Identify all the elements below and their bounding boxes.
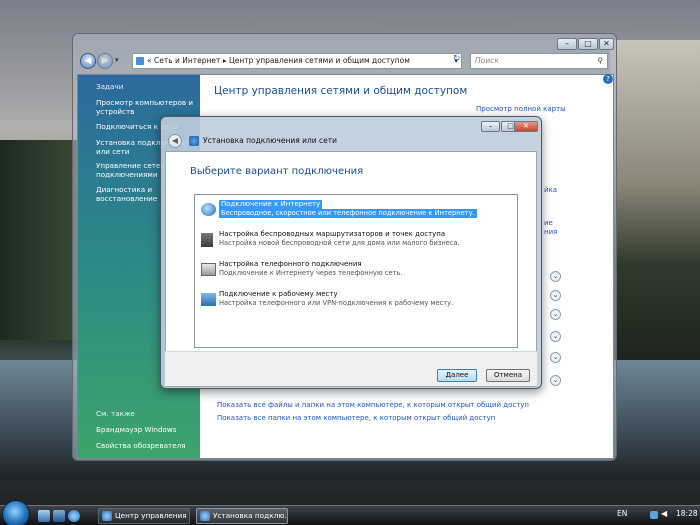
dialog-heading: Выберите вариант подключения — [190, 166, 364, 177]
option-internet[interactable]: Подключение к Интернету Беспроводное, ск… — [197, 199, 517, 221]
language-indicator[interactable]: EN — [617, 509, 627, 518]
show-desktop-icon[interactable] — [38, 510, 50, 522]
task-label: Центр управления ... — [115, 511, 190, 520]
sidebar-item-internet-options[interactable]: Свойства обозревателя — [96, 441, 196, 450]
volume-icon[interactable]: ◀ — [661, 509, 667, 518]
expand-chevron-icon[interactable]: ⌄ — [550, 331, 561, 342]
network-setup-icon — [189, 136, 199, 146]
dialog-title: Установка подключения или сети — [203, 136, 338, 145]
search-icon[interactable]: ⚲ — [598, 54, 604, 68]
wallpaper-left-hill — [0, 140, 80, 340]
option-description: Подключение к Интернету через телефонную… — [219, 269, 403, 277]
partial-link-hidden[interactable]: йка — [544, 186, 557, 194]
option-dialup[interactable]: Настройка телефонного подключения Подклю… — [197, 259, 517, 281]
option-title: Подключение к рабочему месту — [219, 290, 338, 298]
expand-chevron-icon[interactable]: ⌄ — [550, 375, 561, 386]
clock[interactable]: 18:28 — [676, 509, 698, 518]
partial-label-2: ния — [544, 228, 558, 236]
help-icon[interactable]: ? — [603, 74, 613, 84]
setup-connection-dialog: – □ ✕ ◀ Установка подключения или сети В… — [160, 116, 542, 389]
option-workplace[interactable]: Подключение к рабочему месту Настройка т… — [197, 289, 517, 311]
minimize-button[interactable]: – — [557, 38, 577, 50]
partial-label-1: ие — [544, 219, 553, 227]
task-label: Установка подклю... — [213, 511, 288, 520]
dialog-footer: Далее Отмена — [165, 351, 537, 386]
workplace-icon — [201, 293, 216, 306]
cancel-button[interactable]: Отмена — [486, 369, 530, 382]
show-shared-files-link[interactable]: Показать все файлы и папки на этом компь… — [217, 401, 529, 409]
address-row: ◀ ▶ ▾ « Сеть и Интернет ▸ Центр управлен… — [77, 52, 614, 72]
option-wireless-router[interactable]: Настройка беспроводных маршрутизаторов и… — [197, 229, 517, 251]
crumb-separator[interactable]: ▸ — [223, 56, 227, 65]
network-setup-icon — [200, 511, 210, 521]
option-title: Настройка беспроводных маршрутизаторов и… — [219, 230, 446, 238]
dialog-back-button[interactable]: ◀ — [168, 134, 182, 148]
option-description: Настройка новой беспроводной сети для до… — [219, 239, 460, 247]
search-input[interactable]: Поиск ⚲ — [470, 53, 608, 69]
globe-icon — [201, 203, 216, 216]
history-dropdown-icon[interactable]: ▾ — [115, 56, 119, 64]
forward-button[interactable]: ▶ — [97, 53, 113, 69]
sidebar-item-firewall[interactable]: Брандмауэр Windows — [96, 425, 196, 434]
next-button[interactable]: Далее — [437, 369, 477, 382]
network-folder-icon — [136, 57, 144, 65]
search-placeholder: Поиск — [475, 56, 499, 65]
expand-chevron-icon[interactable]: ⌄ — [550, 271, 561, 282]
refresh-icon[interactable]: ↻ — [453, 54, 461, 64]
page-title: Центр управления сетями и общим доступом — [214, 85, 468, 97]
option-description: Настройка телефонного или VPN-подключени… — [219, 299, 454, 307]
taskbar-network-center[interactable]: Центр управления ... — [98, 508, 190, 524]
sidebar-item-view-computers[interactable]: Просмотр компьютеров и устройств — [96, 98, 196, 116]
wallpaper-right-cliff — [610, 40, 700, 360]
expand-chevron-icon[interactable]: ⌄ — [550, 290, 561, 301]
taskbar: Центр управления ... Установка подклю...… — [0, 500, 700, 525]
back-button[interactable]: ◀ — [80, 53, 96, 69]
view-full-map-link[interactable]: Просмотр полной карты — [476, 105, 566, 113]
network-tray-icon[interactable] — [650, 511, 658, 519]
crumb-overflow[interactable]: « — [147, 56, 152, 65]
option-title: Настройка телефонного подключения — [219, 260, 362, 268]
router-icon — [201, 233, 213, 247]
maximize-button[interactable]: □ — [578, 38, 598, 50]
option-title: Подключение к Интернету — [219, 200, 323, 209]
show-shared-folders-link[interactable]: Показать все папки на этом компьютере, к… — [217, 414, 495, 422]
crumb-network-center[interactable]: Центр управления сетями и общим доступом — [229, 56, 410, 65]
crumb-network-internet[interactable]: Сеть и Интернет — [154, 56, 220, 65]
taskbar-setup-connection[interactable]: Установка подклю... — [196, 508, 288, 524]
connection-options-list: Подключение к Интернету Беспроводное, ск… — [194, 194, 518, 348]
tasks-header: Задачи — [96, 82, 124, 91]
address-bar[interactable]: « Сеть и Интернет ▸ Центр управления сет… — [132, 53, 462, 69]
dialog-header: ◀ Установка подключения или сети — [165, 131, 537, 151]
expand-chevron-icon[interactable]: ⌄ — [550, 309, 561, 320]
option-description: Беспроводное, скоростное или телефонное … — [219, 209, 477, 218]
network-folder-icon — [102, 511, 112, 521]
switch-windows-icon[interactable] — [53, 510, 65, 522]
phone-icon — [201, 263, 216, 276]
start-button[interactable] — [2, 500, 30, 525]
internet-explorer-icon[interactable] — [68, 510, 80, 522]
close-button[interactable]: ✕ — [599, 38, 614, 50]
expand-chevron-icon[interactable]: ⌄ — [550, 352, 561, 363]
see-also-header: См. также — [96, 409, 135, 418]
